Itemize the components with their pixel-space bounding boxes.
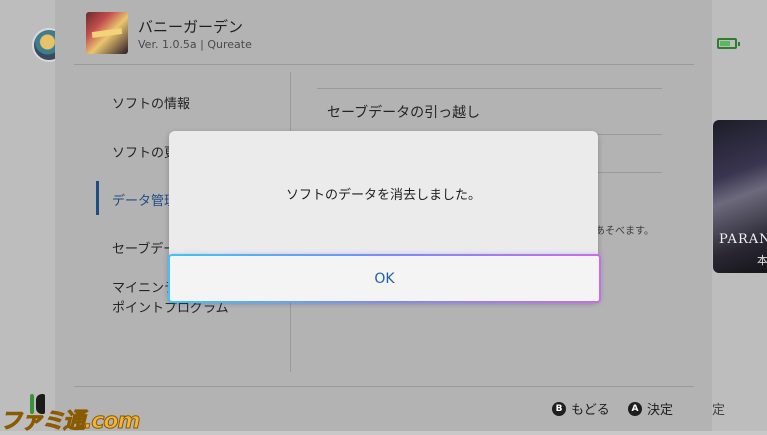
confirm-label: 決定 <box>647 403 674 418</box>
a-button-icon: A <box>628 401 642 416</box>
background-tile-subtitle: 本 <box>757 254 767 267</box>
ok-button[interactable]: OK <box>168 254 601 303</box>
sidebar-item-software-update[interactable]: ソフトの更 <box>112 142 177 161</box>
panel-header: バニーガーデン Ver. 1.0.5a | Qureate <box>55 0 712 64</box>
list-item-save-data-transfer[interactable]: セーブデータの引っ越し <box>327 102 480 122</box>
game-icon <box>86 12 128 54</box>
confirmation-dialog: ソフトのデータを消去しました。 OK <box>168 131 601 303</box>
sidebar-item-data-management[interactable]: データ管理 <box>112 190 177 209</box>
sidebar-active-indicator <box>96 181 99 215</box>
list-divider <box>317 88 662 89</box>
battery-level-fill <box>720 41 730 46</box>
footer-divider <box>74 386 694 387</box>
b-button-icon: B <box>552 401 566 416</box>
description-note: あそべます。 <box>595 226 654 237</box>
game-title: バニーガーデン <box>138 18 244 36</box>
dialog-message: ソフトのデータを消去しました。 <box>285 187 481 203</box>
home-background-left <box>0 0 55 431</box>
sidebar-item-save-data[interactable]: セーブデー <box>112 238 176 257</box>
game-version-publisher: Ver. 1.0.5a | Qureate <box>138 38 252 51</box>
sidebar-item-software-info[interactable]: ソフトの情報 <box>112 93 190 112</box>
back-label: もどる <box>571 403 610 418</box>
watermark-logo: ファミ通.com <box>0 409 141 435</box>
header-divider <box>74 64 694 65</box>
confirm-button[interactable]: A 決定 <box>628 399 673 418</box>
back-button[interactable]: B もどる <box>552 399 610 418</box>
background-footer-label: 定 <box>712 403 726 418</box>
background-tile-title: PARAN <box>719 232 767 247</box>
battery-icon <box>717 38 740 49</box>
background-game-tile: PARAN 本 <box>713 120 767 273</box>
